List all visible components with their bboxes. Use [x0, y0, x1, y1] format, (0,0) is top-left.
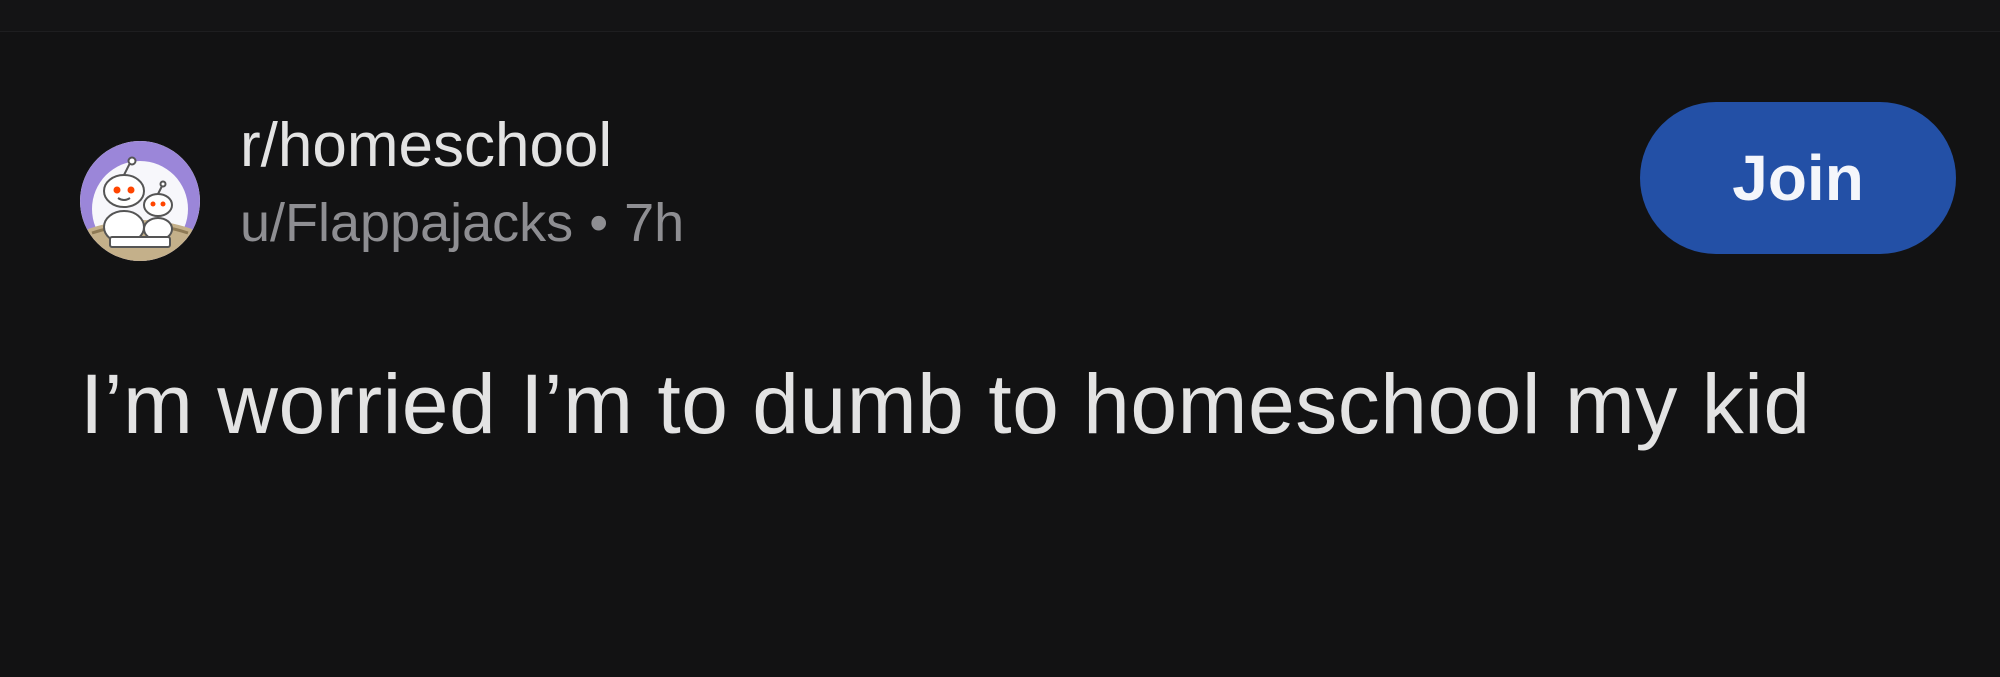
- author-username[interactable]: u/Flappajacks: [240, 193, 573, 253]
- subreddit-avatar[interactable]: [80, 141, 200, 261]
- post-title[interactable]: I’m worried I’m to dumb to homeschool my…: [80, 348, 1960, 460]
- post-meta: u/Flappajacks • 7h: [240, 190, 684, 256]
- post-header-text: r/homeschool u/Flappajacks • 7h: [240, 108, 684, 256]
- post-age: 7h: [624, 193, 685, 253]
- homeschool-snoo-icon: [80, 141, 200, 261]
- join-button[interactable]: Join: [1640, 102, 1956, 254]
- meta-separator: •: [589, 193, 609, 253]
- top-bar: [0, 0, 2000, 32]
- post-header-screen: r/homeschool u/Flappajacks • 7h Join I’m w…: [0, 0, 2000, 677]
- subreddit-name[interactable]: r/homeschool: [240, 108, 684, 184]
